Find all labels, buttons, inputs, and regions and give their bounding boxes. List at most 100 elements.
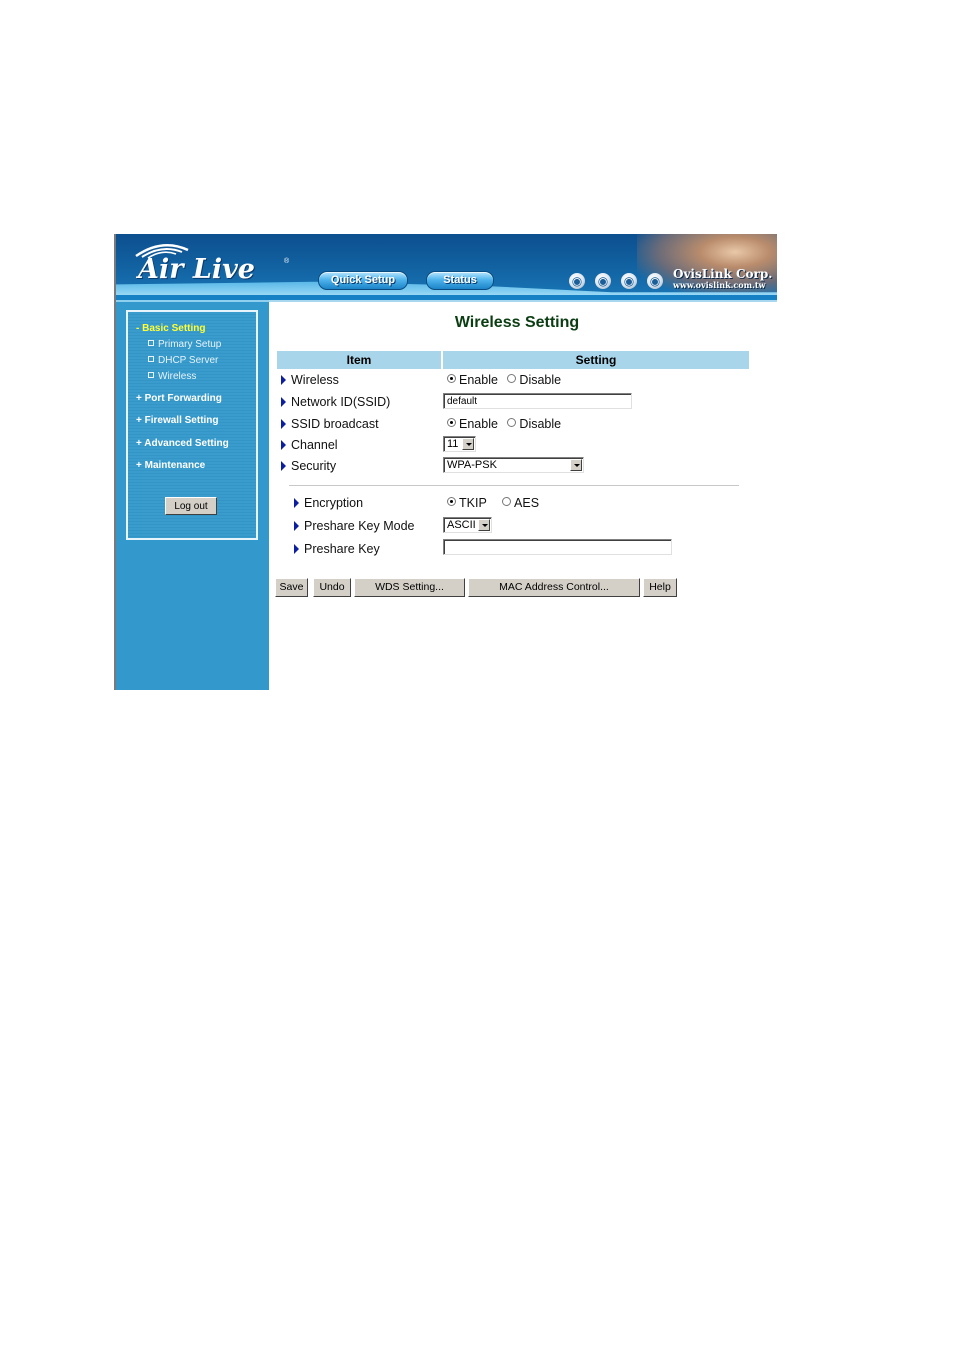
undo-button[interactable]: Undo bbox=[313, 578, 351, 597]
expand-icon: + bbox=[136, 393, 142, 404]
nav-advanced-setting[interactable]: + Advanced Setting bbox=[136, 438, 229, 449]
nav-port-forwarding[interactable]: + Port Forwarding bbox=[136, 393, 222, 404]
radio-label: Disable bbox=[519, 373, 562, 387]
label-text: Preshare Key bbox=[304, 542, 380, 556]
logout-button[interactable]: Log out bbox=[165, 497, 217, 515]
nav-label: Advanced Setting bbox=[144, 438, 229, 449]
label-text: Security bbox=[291, 459, 337, 473]
nav-label: Firewall Setting bbox=[144, 415, 219, 426]
row-label-encryption: Encryption bbox=[294, 496, 363, 510]
column-header-item: Item bbox=[277, 351, 441, 369]
registered-mark: ® bbox=[284, 258, 290, 265]
globe-icon: ◉ bbox=[647, 273, 663, 289]
row-label-preshare-key-mode: Preshare Key Mode bbox=[294, 519, 414, 533]
arrow-bullet-icon bbox=[294, 544, 299, 554]
wireless-radio-group: Enable Disable bbox=[447, 373, 561, 387]
radio-label: Enable bbox=[459, 373, 498, 387]
status-button[interactable]: Status bbox=[426, 271, 494, 290]
nav-menu: - Basic Setting Primary Setup DHCP Serve… bbox=[126, 310, 258, 540]
square-bullet-icon bbox=[148, 340, 154, 346]
header-banner: Air Live ® Quick Setup Status ◉ ◉ ◉ ◉ Ov… bbox=[116, 234, 777, 300]
nav-label: Port Forwarding bbox=[144, 393, 222, 404]
ssid-input[interactable]: default bbox=[443, 393, 632, 409]
arrow-bullet-icon bbox=[281, 375, 286, 385]
corp-name: OvisLink Corp. bbox=[673, 267, 773, 281]
nav-dhcp-server[interactable]: DHCP Server bbox=[148, 355, 218, 366]
row-label-security: Security bbox=[281, 459, 336, 473]
label-text: Preshare Key Mode bbox=[304, 519, 415, 533]
expand-icon: + bbox=[136, 415, 142, 426]
preshare-key-input[interactable] bbox=[443, 539, 672, 555]
nav-label: Basic Setting bbox=[142, 323, 206, 334]
nav-label: Primary Setup bbox=[158, 339, 222, 350]
row-label-preshare-key: Preshare Key bbox=[294, 542, 380, 556]
logo-text: Air Live bbox=[138, 254, 255, 285]
row-label-ssid-broadcast: SSID broadcast bbox=[281, 417, 379, 431]
globe-icon: ◉ bbox=[621, 273, 637, 289]
radio-label: Disable bbox=[519, 417, 562, 431]
square-bullet-icon bbox=[148, 372, 154, 378]
save-button[interactable]: Save bbox=[275, 578, 308, 597]
row-label-wireless: Wireless bbox=[281, 373, 339, 387]
label-text: SSID broadcast bbox=[291, 417, 379, 431]
settings-table-header: Item Setting bbox=[277, 351, 749, 369]
dropdown-arrow-icon[interactable] bbox=[570, 459, 582, 471]
router-admin-window: Air Live ® Quick Setup Status ◉ ◉ ◉ ◉ Ov… bbox=[114, 234, 777, 690]
label-text: Encryption bbox=[304, 496, 364, 510]
radio-label: Enable bbox=[459, 417, 498, 431]
dropdown-arrow-icon[interactable] bbox=[462, 438, 474, 450]
airlive-logo: Air Live ® bbox=[130, 238, 290, 288]
page-title: Wireless Setting bbox=[454, 314, 580, 331]
arrow-bullet-icon bbox=[281, 397, 286, 407]
nav-label: Maintenance bbox=[144, 460, 206, 471]
wds-setting-button[interactable]: WDS Setting... bbox=[354, 578, 465, 597]
select-value: 11 bbox=[447, 438, 459, 450]
encryption-aes-radio[interactable] bbox=[502, 497, 512, 506]
corp-branding: OvisLink Corp. www.ovislink.com.tw bbox=[673, 267, 772, 290]
wireless-enable-radio[interactable] bbox=[447, 374, 456, 383]
arrow-bullet-icon bbox=[294, 521, 299, 531]
row-label-channel: Channel bbox=[281, 438, 338, 452]
mac-address-control-button[interactable]: MAC Address Control... bbox=[468, 578, 640, 597]
nav-basic-setting[interactable]: - Basic Setting bbox=[136, 323, 205, 334]
arrow-bullet-icon bbox=[281, 419, 286, 429]
globe-icon: ◉ bbox=[569, 273, 585, 289]
nav-label: DHCP Server bbox=[158, 355, 219, 366]
globe-icon: ◉ bbox=[595, 273, 611, 289]
wireless-disable-radio[interactable] bbox=[507, 374, 517, 383]
row-label-ssid: Network ID(SSID) bbox=[281, 395, 390, 409]
security-select[interactable]: WPA-PSK bbox=[443, 457, 584, 473]
select-value: WPA-PSK bbox=[447, 459, 497, 471]
nav-maintenance[interactable]: + Maintenance bbox=[136, 460, 205, 471]
expand-icon: + bbox=[136, 438, 142, 449]
select-value: ASCII bbox=[447, 519, 476, 531]
ssid-broadcast-radio-group: Enable Disable bbox=[447, 417, 561, 431]
nav-wireless[interactable]: Wireless bbox=[148, 371, 196, 382]
label-text: Channel bbox=[291, 438, 338, 452]
encryption-tkip-radio[interactable] bbox=[447, 497, 456, 506]
section-divider bbox=[289, 485, 739, 486]
ssid-broadcast-disable-radio[interactable] bbox=[507, 418, 517, 427]
label-text: Network ID(SSID) bbox=[291, 395, 391, 409]
label-text: Wireless bbox=[291, 373, 339, 387]
sidebar: - Basic Setting Primary Setup DHCP Serve… bbox=[116, 300, 269, 690]
nav-label: Wireless bbox=[158, 371, 197, 382]
square-bullet-icon bbox=[148, 356, 154, 362]
channel-select[interactable]: 11 bbox=[443, 436, 476, 452]
column-header-setting: Setting bbox=[443, 351, 749, 369]
arrow-bullet-icon bbox=[281, 440, 286, 450]
arrow-bullet-icon bbox=[281, 461, 286, 471]
nav-primary-setup[interactable]: Primary Setup bbox=[148, 339, 221, 350]
expand-icon: + bbox=[136, 460, 142, 471]
dropdown-arrow-icon[interactable] bbox=[478, 519, 490, 531]
corp-url: www.ovislink.com.tw bbox=[673, 280, 766, 290]
main-content: Wireless Setting Item Setting Wireless E… bbox=[269, 300, 777, 690]
collapse-icon: - bbox=[136, 323, 140, 334]
radio-label: TKIP bbox=[459, 496, 487, 510]
quick-setup-button[interactable]: Quick Setup bbox=[318, 271, 408, 290]
ssid-broadcast-enable-radio[interactable] bbox=[447, 418, 456, 427]
nav-firewall-setting[interactable]: + Firewall Setting bbox=[136, 415, 219, 426]
radio-label: AES bbox=[514, 496, 540, 510]
help-button[interactable]: Help bbox=[643, 578, 677, 597]
preshare-key-mode-select[interactable]: ASCII bbox=[443, 517, 492, 533]
